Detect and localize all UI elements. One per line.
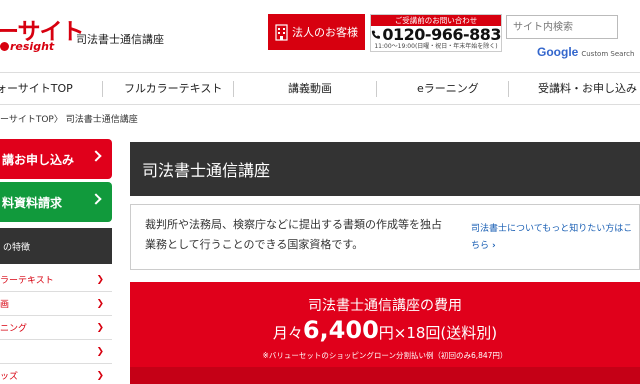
price-prefix: 月々 bbox=[272, 324, 303, 342]
chevron-right-icon: ❯ bbox=[96, 346, 104, 357]
phone-contact[interactable]: ご受講前のお問い合わせ 0120-966-883 11:00～19:00(日曜・… bbox=[370, 14, 502, 52]
sidebar-item-elearning[interactable]: ニング ❯ bbox=[0, 316, 112, 340]
building-icon bbox=[275, 24, 288, 41]
sidebar-item-label: 画 bbox=[0, 300, 10, 310]
nav-item-top[interactable]: ォーサイトTOP bbox=[0, 73, 73, 104]
phone-hours: 11:00～19:00(日曜・祝日・年末年始を除く) bbox=[374, 43, 498, 50]
nav-divider bbox=[233, 81, 234, 97]
description-box: 裁判所や法務局、検察庁などに提出する書類の作成等を独占業務として行うことのできる… bbox=[130, 204, 640, 270]
logo-subtext: resight bbox=[0, 40, 54, 53]
breadcrumb[interactable]: ーサイトTOP〉 司法書士通信講座 bbox=[0, 112, 138, 125]
corporate-customers-button[interactable]: 法人のお客様 bbox=[268, 14, 365, 50]
request-materials-button[interactable]: 料資料請求 bbox=[0, 182, 112, 222]
sidebar-item-fullcolor-text[interactable]: ラーテキスト ❯ bbox=[0, 268, 112, 292]
logo-sub-label: resight bbox=[10, 40, 55, 53]
chevron-right-icon bbox=[90, 150, 102, 162]
price-amount: 6,400 bbox=[302, 316, 379, 344]
nav-divider bbox=[376, 81, 377, 97]
description-text: 裁判所や法務局、検察庁などに提出する書類の作成等を独占業務として行うことのできる… bbox=[145, 218, 442, 251]
chevron-right-icon: ❯ bbox=[96, 322, 104, 333]
page: ーサイト resight 司法書士通信講座 法人のお客様 ご受講前のお問い合わせ… bbox=[0, 0, 640, 384]
chevron-right-icon: ❯ bbox=[96, 370, 104, 381]
custom-search-text: Custom Search bbox=[581, 50, 635, 58]
chevron-right-icon: › bbox=[492, 241, 496, 251]
corporate-customers-label: 法人のお客様 bbox=[292, 26, 358, 39]
chevron-right-icon: ❯ bbox=[96, 298, 104, 309]
google-custom-search-label: Google Custom Search bbox=[537, 45, 634, 59]
request-materials-label: 料資料請求 bbox=[2, 195, 63, 210]
price-note: ※バリューセットのショッピングローン分割払い例（初回のみ6,847円） bbox=[262, 351, 508, 360]
phone-number: 0120-966-883 bbox=[382, 25, 501, 44]
phone-number-row: 0120-966-883 bbox=[371, 25, 501, 44]
nav-item-elearning[interactable]: eラーニング bbox=[417, 73, 479, 104]
site-title: 司法書士通信講座 bbox=[76, 33, 164, 46]
page-title: 司法書士通信講座 bbox=[130, 142, 640, 196]
logo[interactable]: ーサイト resight bbox=[0, 12, 85, 53]
nav-item-fees-apply[interactable]: 受講料・お申し込み bbox=[538, 73, 637, 104]
phone-icon bbox=[371, 30, 380, 39]
sidebar-item-label: ッズ bbox=[0, 372, 19, 382]
sidebar-item-video[interactable]: 画 ❯ bbox=[0, 292, 112, 316]
price-box-footer bbox=[130, 367, 640, 384]
price-suffix: 円×18回(送料別) bbox=[378, 324, 498, 342]
sidebar-item-blank[interactable]: ❯ bbox=[0, 340, 112, 364]
sidebar-item-goods[interactable]: ッズ ❯ bbox=[0, 364, 112, 384]
google-logo: Google bbox=[537, 45, 579, 59]
price-title: 司法書士通信講座の費用 bbox=[308, 298, 462, 314]
chevron-right-icon: ❯ bbox=[96, 274, 104, 285]
nav-item-lecture-video[interactable]: 講義動画 bbox=[288, 73, 332, 104]
apply-button[interactable]: 講お申し込み bbox=[0, 139, 112, 179]
price-box: 司法書士通信講座の費用 月々6,400円×18回(送料別) ※バリューセットのシ… bbox=[130, 282, 640, 384]
chevron-right-icon bbox=[90, 193, 102, 205]
nav-divider bbox=[508, 81, 509, 97]
site-header: ーサイト resight 司法書士通信講座 法人のお客様 ご受講前のお問い合わせ… bbox=[0, 0, 640, 72]
nav-divider bbox=[102, 81, 103, 97]
site-search-input[interactable] bbox=[506, 15, 618, 39]
apply-button-label: 講お申し込み bbox=[2, 152, 75, 167]
features-list: ラーテキスト ❯ 画 ❯ ニング ❯ ❯ ッズ ❯ bbox=[0, 268, 112, 384]
nav-item-fullcolor-text[interactable]: フルカラーテキスト bbox=[124, 73, 222, 104]
price-line: 月々6,400円×18回(送料別) bbox=[130, 316, 640, 344]
logo-dot-icon bbox=[0, 42, 9, 51]
learn-more-link[interactable]: 司法書士についてもっと知りたい方はこちら › bbox=[471, 221, 640, 255]
features-heading: の特徴 bbox=[0, 228, 112, 264]
sidebar-item-label: ラーテキスト bbox=[0, 276, 54, 286]
global-nav: ォーサイトTOP フルカラーテキスト 講義動画 eラーニング 受講料・お申し込み bbox=[0, 72, 640, 105]
sidebar-item-label: ニング bbox=[0, 324, 28, 334]
